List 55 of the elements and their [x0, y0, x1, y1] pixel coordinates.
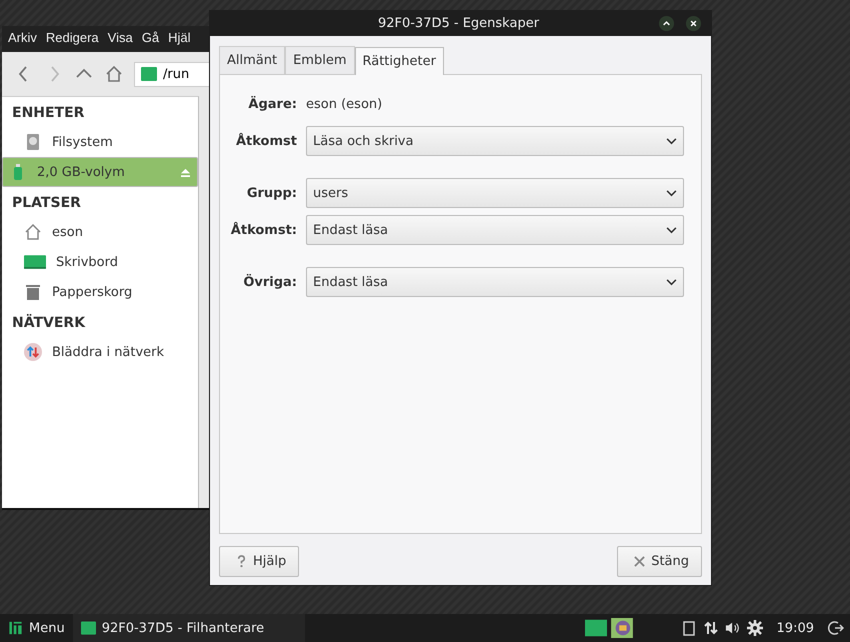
settings-icon[interactable] — [746, 620, 763, 636]
sidebar-item[interactable]: Filsystem — [2, 127, 198, 157]
field-label: Åtkomst — [234, 134, 297, 148]
dropdown[interactable]: users — [306, 178, 684, 208]
tab[interactable]: Allmänt — [219, 46, 286, 74]
close-icon — [634, 555, 646, 568]
dropdown[interactable]: Endast läsa — [306, 215, 684, 245]
menu-logo-icon — [8, 621, 23, 635]
section-heading: NÄTVERK — [11, 313, 86, 333]
folder-icon — [141, 67, 157, 81]
menu-item[interactable]: Arkiv — [8, 30, 37, 48]
logout-icon[interactable] — [828, 620, 844, 636]
field-label: Övriga: — [242, 274, 297, 290]
close-icon[interactable] — [685, 14, 702, 32]
tab[interactable]: Emblem — [285, 46, 354, 74]
caret-icon — [666, 190, 677, 196]
sidebar-item[interactable]: 2,0 GB-volym — [2, 157, 198, 187]
maximize-icon[interactable] — [658, 14, 675, 32]
home-icon — [24, 223, 42, 241]
owner-value: eson (eson) — [306, 96, 382, 112]
section-heading: ENHETER — [11, 104, 86, 123]
field-label: Åtkomst: — [230, 222, 297, 238]
sidebar-item[interactable]: Bläddra i nätverk — [2, 337, 198, 367]
caret-icon — [666, 138, 677, 144]
workspace-icon[interactable] — [610, 618, 633, 638]
field-label: Ägare: — [247, 96, 297, 112]
sidebar-item[interactable]: Skrivbord — [2, 247, 198, 277]
trash-icon — [24, 283, 42, 301]
desktop-icon — [24, 253, 46, 271]
taskbar-window-button[interactable]: 92F0-37D5 - Filhanterare — [72, 614, 305, 642]
volume-icon[interactable] — [724, 620, 741, 636]
menu-item[interactable]: Gå — [142, 30, 160, 48]
sidebar-item[interactable]: eson — [2, 217, 198, 247]
folder-icon — [80, 621, 96, 635]
network-icon — [24, 343, 42, 361]
tab[interactable]: Rättigheter — [354, 47, 444, 75]
field-label: Grupp: — [246, 186, 297, 200]
section-heading: PLATSER — [11, 194, 82, 213]
dropdown[interactable]: Endast läsa — [306, 267, 684, 297]
clock[interactable]: 19:09 — [776, 620, 814, 636]
help-button[interactable]: Hjälp — [219, 546, 300, 577]
caret-icon — [666, 226, 677, 234]
home-icon[interactable] — [104, 64, 124, 84]
menu-item[interactable]: Redigera — [46, 30, 99, 48]
network-arrows-icon[interactable] — [702, 620, 719, 636]
menu-item[interactable]: Visa — [108, 30, 133, 48]
window-title: 92F0-37D5 - Egenskaper — [376, 16, 540, 30]
caret-icon — [666, 278, 677, 286]
drive-icon — [24, 133, 42, 151]
workspace-icon[interactable] — [584, 618, 607, 638]
question-mark-icon — [236, 555, 247, 568]
menu-item[interactable]: Hjäl — [168, 30, 190, 48]
close-button[interactable]: Stäng — [617, 546, 702, 577]
sidebar-item[interactable]: Papperskorg — [2, 277, 198, 307]
dropdown[interactable]: Läsa och skriva — [306, 126, 684, 156]
